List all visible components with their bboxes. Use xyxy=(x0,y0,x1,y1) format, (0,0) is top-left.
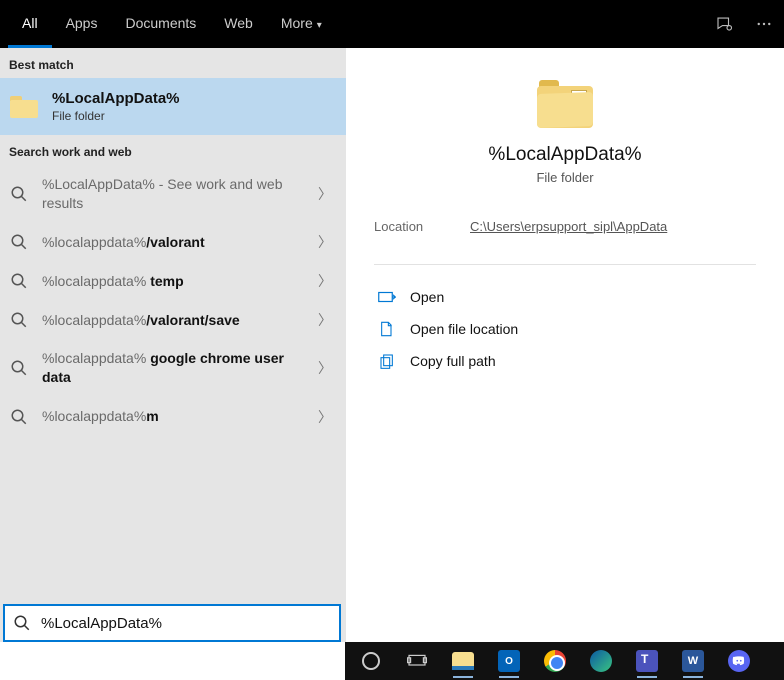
taskbar-explorer[interactable] xyxy=(441,642,485,680)
search-icon xyxy=(10,233,28,251)
copy-icon xyxy=(376,353,398,369)
search-box[interactable] xyxy=(3,604,341,642)
tab-documents[interactable]: Documents xyxy=(111,0,210,48)
taskbar: O W xyxy=(345,642,784,680)
result-text: %LocalAppData% - See work and web result… xyxy=(42,175,338,213)
action-open[interactable]: Open xyxy=(374,281,756,313)
action-label: Open xyxy=(410,289,444,305)
location-label: Location xyxy=(374,219,470,234)
taskbar-cortana[interactable] xyxy=(349,642,393,680)
tab-web[interactable]: Web xyxy=(210,0,267,48)
best-match-result[interactable]: %LocalAppData% File folder xyxy=(0,78,346,135)
section-search-web: Search work and web xyxy=(0,135,346,165)
chevron-right-icon[interactable]: 〉 xyxy=(318,271,332,291)
preview-title: %LocalAppData% xyxy=(488,144,641,166)
search-result-3[interactable]: %localappdata%/valorant/save〉 xyxy=(0,301,346,340)
search-result-2[interactable]: %localappdata% temp〉 xyxy=(0,262,346,301)
search-icon xyxy=(10,185,28,203)
taskbar-word[interactable]: W xyxy=(671,642,715,680)
chevron-right-icon[interactable]: 〉 xyxy=(318,232,332,252)
outlook-icon: O xyxy=(498,650,520,672)
search-result-5[interactable]: %localappdata%m〉 xyxy=(0,397,346,436)
result-text: %localappdata%m xyxy=(42,407,338,426)
taskbar-chrome[interactable] xyxy=(533,642,577,680)
results-panel: Best match %LocalAppData% File folder Se… xyxy=(0,48,346,642)
best-match-title: %LocalAppData% xyxy=(52,90,180,107)
result-text: %localappdata%/valorant/save xyxy=(42,311,338,330)
search-icon xyxy=(10,311,28,329)
result-text: %localappdata%/valorant xyxy=(42,233,338,252)
search-icon xyxy=(10,408,28,426)
tab-all[interactable]: All xyxy=(8,0,52,48)
explorer-icon xyxy=(452,652,474,670)
search-icon xyxy=(10,359,28,377)
taskbar-taskview[interactable] xyxy=(395,642,439,680)
preview-subtitle: File folder xyxy=(536,170,593,185)
taskbar-discord[interactable] xyxy=(717,642,761,680)
cortana-icon xyxy=(362,652,380,670)
chevron-right-icon[interactable]: 〉 xyxy=(318,184,332,204)
word-icon: W xyxy=(682,650,704,672)
more-options-icon[interactable] xyxy=(744,0,784,48)
search-filter-tabs: All Apps Documents Web More xyxy=(0,0,784,48)
location-link[interactable]: C:\Users\erpsupport_sipl\AppData xyxy=(470,219,667,234)
taskbar-teams[interactable] xyxy=(625,642,669,680)
location-row: Location C:\Users\erpsupport_sipl\AppDat… xyxy=(374,219,756,234)
tab-more[interactable]: More xyxy=(267,0,336,48)
search-icon xyxy=(10,272,28,290)
result-text: %localappdata% google chrome user data xyxy=(42,349,338,387)
action-label: Copy full path xyxy=(410,353,496,369)
search-icon xyxy=(13,614,31,632)
search-result-1[interactable]: %localappdata%/valorant〉 xyxy=(0,223,346,262)
chrome-icon xyxy=(544,650,566,672)
tab-apps[interactable]: Apps xyxy=(52,0,112,48)
search-input[interactable] xyxy=(41,615,331,632)
chevron-right-icon[interactable]: 〉 xyxy=(318,310,332,330)
divider xyxy=(374,264,756,265)
taskbar-edge[interactable] xyxy=(579,642,623,680)
edge-icon xyxy=(590,650,612,672)
folder-icon xyxy=(10,96,38,118)
search-result-4[interactable]: %localappdata% google chrome user data〉 xyxy=(0,339,346,397)
taskview-icon xyxy=(407,653,427,669)
search-result-0[interactable]: %LocalAppData% - See work and web result… xyxy=(0,165,346,223)
section-best-match: Best match xyxy=(0,48,346,78)
chevron-right-icon[interactable]: 〉 xyxy=(318,407,332,427)
action-copy-path[interactable]: Copy full path xyxy=(374,345,756,377)
taskbar-outlook[interactable]: O xyxy=(487,642,531,680)
open-icon xyxy=(376,289,398,305)
folder-large-icon xyxy=(537,80,593,128)
teams-icon xyxy=(636,650,658,672)
action-open-location[interactable]: Open file location xyxy=(374,313,756,345)
best-match-subtitle: File folder xyxy=(52,109,180,123)
discord-icon xyxy=(728,650,750,672)
action-label: Open file location xyxy=(410,321,518,337)
open-location-icon xyxy=(376,321,398,337)
result-text: %localappdata% temp xyxy=(42,272,338,291)
preview-panel: %LocalAppData% File folder Location C:\U… xyxy=(346,48,784,642)
chevron-right-icon[interactable]: 〉 xyxy=(318,358,332,378)
feedback-icon[interactable] xyxy=(704,0,744,48)
